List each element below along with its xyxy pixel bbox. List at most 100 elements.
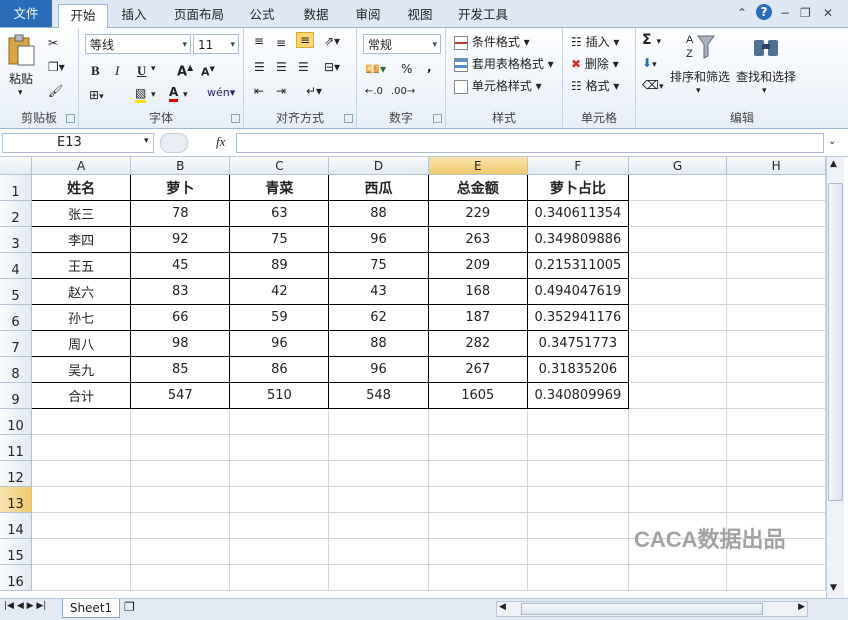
tab-view[interactable]: 视图 <box>398 4 442 26</box>
row-header[interactable]: 11 <box>0 434 33 461</box>
cell[interactable]: 209 <box>428 252 529 279</box>
cell[interactable]: 42 <box>229 278 330 305</box>
cell[interactable]: 92 <box>130 226 231 253</box>
column-header[interactable]: G <box>628 157 728 175</box>
clipboard-launcher-icon[interactable] <box>66 114 75 123</box>
cell[interactable]: 赵六 <box>31 278 132 305</box>
tab-review[interactable]: 审阅 <box>346 4 390 26</box>
font-size-combo[interactable]: 11 ▾ <box>193 34 239 54</box>
column-header[interactable]: C <box>229 157 330 175</box>
cell[interactable] <box>628 200 728 227</box>
insert-function-button[interactable]: fx <box>216 134 225 150</box>
cell[interactable] <box>726 330 826 357</box>
font-color-icon[interactable]: A <box>169 85 179 102</box>
window-restore-icon[interactable]: ❐ <box>800 6 811 20</box>
cell[interactable]: 229 <box>428 200 529 227</box>
formula-input[interactable] <box>236 133 824 153</box>
insert-sheet-icon[interactable]: ❐ <box>124 600 135 614</box>
row-header[interactable]: 2 <box>0 200 33 227</box>
header-cell[interactable]: 青菜 <box>229 174 330 201</box>
header-cell[interactable]: 总金额 <box>428 174 529 201</box>
sort-filter-dropdown-icon[interactable]: ▾ <box>696 86 701 96</box>
cell[interactable]: 孙七 <box>31 304 132 331</box>
cell[interactable]: 89 <box>229 252 330 279</box>
header-cell[interactable]: 萝卜占比 <box>527 174 629 201</box>
row-header[interactable]: 10 <box>0 408 33 435</box>
number-format-combo[interactable]: 常规 ▾ <box>363 34 441 54</box>
cell[interactable]: 0.494047619 <box>527 278 629 305</box>
row-header[interactable]: 5 <box>0 278 33 305</box>
cell[interactable]: 1605 <box>428 382 529 409</box>
paste-dropdown-icon[interactable]: ▾ <box>18 88 23 98</box>
decrease-indent-icon[interactable]: ⇤ <box>254 84 264 98</box>
cell[interactable]: 75 <box>328 252 429 279</box>
cell[interactable] <box>628 278 728 305</box>
cell[interactable]: 0.352941176 <box>527 304 629 331</box>
select-all-corner[interactable] <box>0 157 33 175</box>
cell[interactable]: 282 <box>428 330 529 357</box>
row-header[interactable]: 7 <box>0 330 33 357</box>
scroll-left-icon[interactable]: ◀ <box>499 602 506 612</box>
row-header[interactable]: 13 <box>0 486 33 513</box>
cell[interactable]: 96 <box>229 330 330 357</box>
row-header[interactable]: 6 <box>0 304 33 331</box>
cell[interactable]: 合计 <box>31 382 132 409</box>
cell[interactable]: 0.31835206 <box>527 356 629 383</box>
column-header[interactable]: F <box>527 157 629 175</box>
align-right-icon[interactable]: ☰ <box>298 60 309 74</box>
cell[interactable]: 0.349809886 <box>527 226 629 253</box>
cell[interactable] <box>726 356 826 383</box>
cell[interactable] <box>628 330 728 357</box>
sheet-tab-sheet1[interactable]: Sheet1 <box>62 599 120 618</box>
cell[interactable]: 75 <box>229 226 330 253</box>
cell[interactable]: 267 <box>428 356 529 383</box>
sort-filter-icon[interactable]: AZ <box>686 32 716 63</box>
cell[interactable] <box>726 304 826 331</box>
cell[interactable]: 88 <box>328 330 429 357</box>
align-center-icon[interactable]: ☰ <box>276 60 287 74</box>
cell[interactable]: 510 <box>229 382 330 409</box>
cell[interactable]: 547 <box>130 382 231 409</box>
shrink-font-icon[interactable]: A▼ <box>201 65 215 79</box>
row-header[interactable]: 14 <box>0 512 33 539</box>
comma-button[interactable]: , <box>427 60 432 74</box>
copy-icon[interactable]: ❐▾ <box>48 60 65 74</box>
row-header[interactable]: 1 <box>0 174 33 201</box>
tab-file[interactable]: 文件 <box>0 0 52 27</box>
cell[interactable] <box>628 174 728 201</box>
tab-page-layout[interactable]: 页面布局 <box>166 4 232 26</box>
tab-insert[interactable]: 插入 <box>112 4 156 26</box>
cell[interactable] <box>628 304 728 331</box>
row-header[interactable]: 8 <box>0 356 33 383</box>
expand-formula-bar-icon[interactable]: ⌄ <box>828 136 836 147</box>
phonetic-icon[interactable]: wén▾ <box>207 86 235 99</box>
vertical-scroll-thumb[interactable] <box>828 183 843 501</box>
format-as-table-button[interactable]: 套用表格格式 ▾ <box>454 55 554 72</box>
cell[interactable] <box>726 252 826 279</box>
align-top-icon[interactable]: ≡ <box>254 34 264 48</box>
bold-button[interactable]: B <box>91 63 100 79</box>
paste-icon[interactable] <box>6 34 40 68</box>
column-header[interactable]: A <box>31 157 132 175</box>
cell[interactable] <box>628 252 728 279</box>
cell[interactable]: 78 <box>130 200 231 227</box>
tab-home[interactable]: 开始 <box>58 4 108 28</box>
cell[interactable]: 李四 <box>31 226 132 253</box>
cell[interactable]: 86 <box>229 356 330 383</box>
cell[interactable] <box>726 278 826 305</box>
header-cell[interactable]: 西瓜 <box>328 174 429 201</box>
alignment-launcher-icon[interactable] <box>344 114 353 123</box>
align-left-icon[interactable]: ☰ <box>254 60 265 74</box>
tab-data[interactable]: 数据 <box>294 4 338 26</box>
italic-button[interactable]: I <box>115 63 119 79</box>
cell[interactable]: 66 <box>130 304 231 331</box>
increase-indent-icon[interactable]: ⇥ <box>276 84 286 98</box>
cell[interactable] <box>628 356 728 383</box>
insert-cells-button[interactable]: ☷ 插入 ▾ <box>571 33 619 50</box>
cut-icon[interactable]: ✂ <box>48 36 58 50</box>
wrap-text-icon[interactable]: ↵▾ <box>306 84 322 98</box>
cell[interactable]: 548 <box>328 382 429 409</box>
font-launcher-icon[interactable] <box>231 114 240 123</box>
tab-formulas[interactable]: 公式 <box>240 4 284 26</box>
merge-center-icon[interactable]: ⊟▾ <box>324 60 340 74</box>
